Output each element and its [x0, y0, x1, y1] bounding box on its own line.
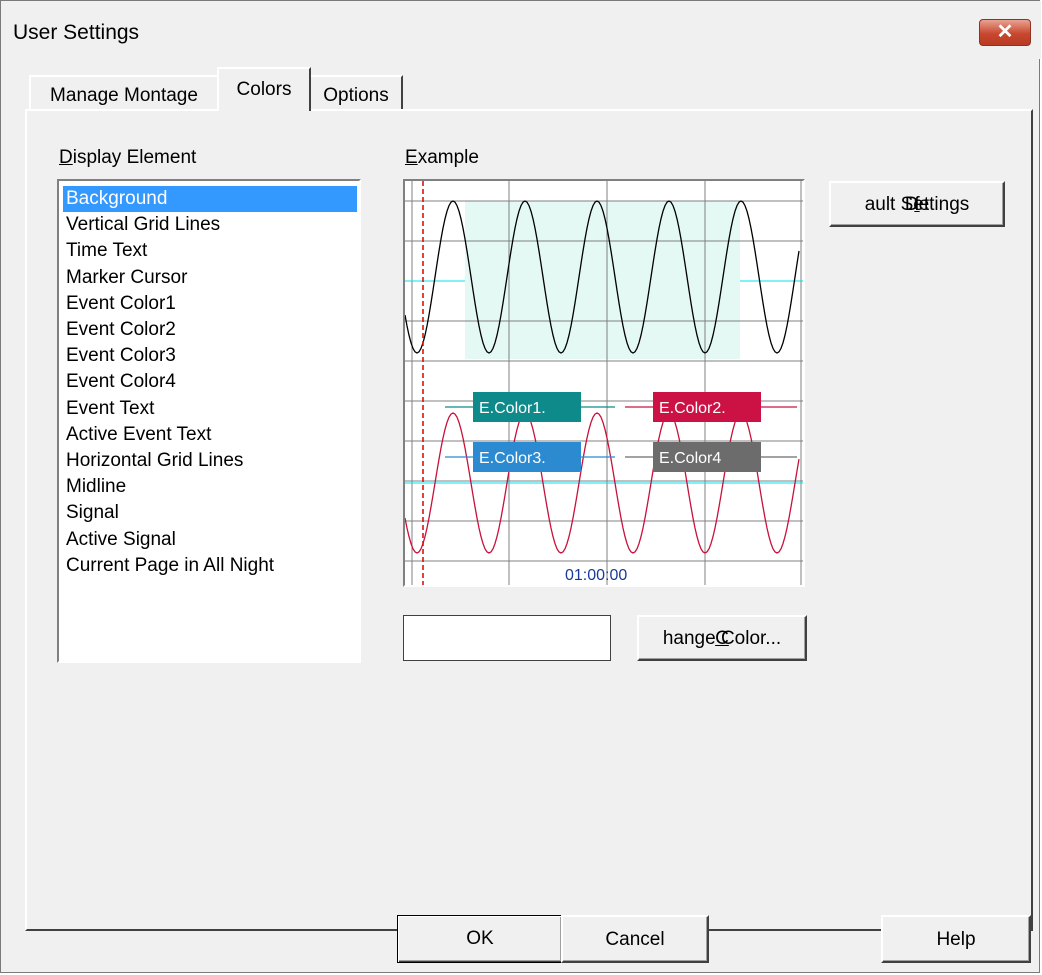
display-element-list[interactable]: Background Vertical Grid Lines Time Text Ma…: [57, 179, 361, 663]
example-plot: E.Color1. E.Color2. E.Color3. E.Color4 01:00…: [404, 181, 803, 585]
display-element-item[interactable]: Event Color1: [63, 291, 357, 317]
tab-options[interactable]: Options: [309, 75, 403, 109]
display-element-item[interactable]: Horizontal Grid Lines: [63, 448, 357, 474]
display-element-item[interactable]: Active Signal: [63, 527, 357, 553]
tab-colors[interactable]: Colors: [217, 67, 311, 111]
display-element-item[interactable]: Event Color2: [63, 317, 357, 343]
display-element-item[interactable]: Background: [63, 186, 357, 212]
user-settings-dialog: User Settings ✕ Manage Montage Options C…: [0, 0, 1041, 973]
help-button[interactable]: Help: [881, 915, 1031, 963]
change-color-button[interactable]: Change Color...: [637, 615, 807, 661]
color-example-preview: E.Color1. E.Color2. E.Color3. E.Color4 01:00…: [403, 179, 805, 587]
display-element-item[interactable]: Vertical Grid Lines: [63, 212, 357, 238]
ok-button[interactable]: OK: [397, 915, 563, 963]
event-label: E.Color4: [659, 450, 721, 467]
close-button[interactable]: ✕: [979, 19, 1031, 46]
display-element-item[interactable]: Event Color3: [63, 343, 357, 369]
event-label: E.Color3.: [479, 450, 546, 467]
display-element-item[interactable]: Signal: [63, 500, 357, 526]
color-swatch: [403, 615, 611, 661]
window-title: User Settings: [13, 21, 140, 44]
tab-manage-montage[interactable]: Manage Montage: [29, 75, 219, 109]
default-settings-button[interactable]: De f ault Settings: [829, 181, 1005, 227]
close-icon: ✕: [996, 21, 1014, 43]
title-bar: User Settings ✕: [1, 1, 1041, 59]
display-element-item[interactable]: Event Text: [63, 396, 357, 422]
display-element-item[interactable]: Active Event Text: [63, 422, 357, 448]
event-label: E.Color1.: [479, 400, 546, 417]
example-label: Example: [405, 147, 479, 168]
event-label: E.Color2.: [659, 400, 726, 417]
display-element-item[interactable]: Time Text: [63, 238, 357, 264]
display-element-item[interactable]: Current Page in All Night: [63, 553, 357, 579]
display-element-item[interactable]: Midline: [63, 474, 357, 500]
display-element-label: Display Element: [59, 147, 197, 168]
display-element-item[interactable]: Marker Cursor: [63, 265, 357, 291]
display-element-item[interactable]: Event Color4: [63, 369, 357, 395]
time-text: 01:00:00: [565, 567, 627, 584]
cancel-button[interactable]: Cancel: [561, 915, 709, 963]
